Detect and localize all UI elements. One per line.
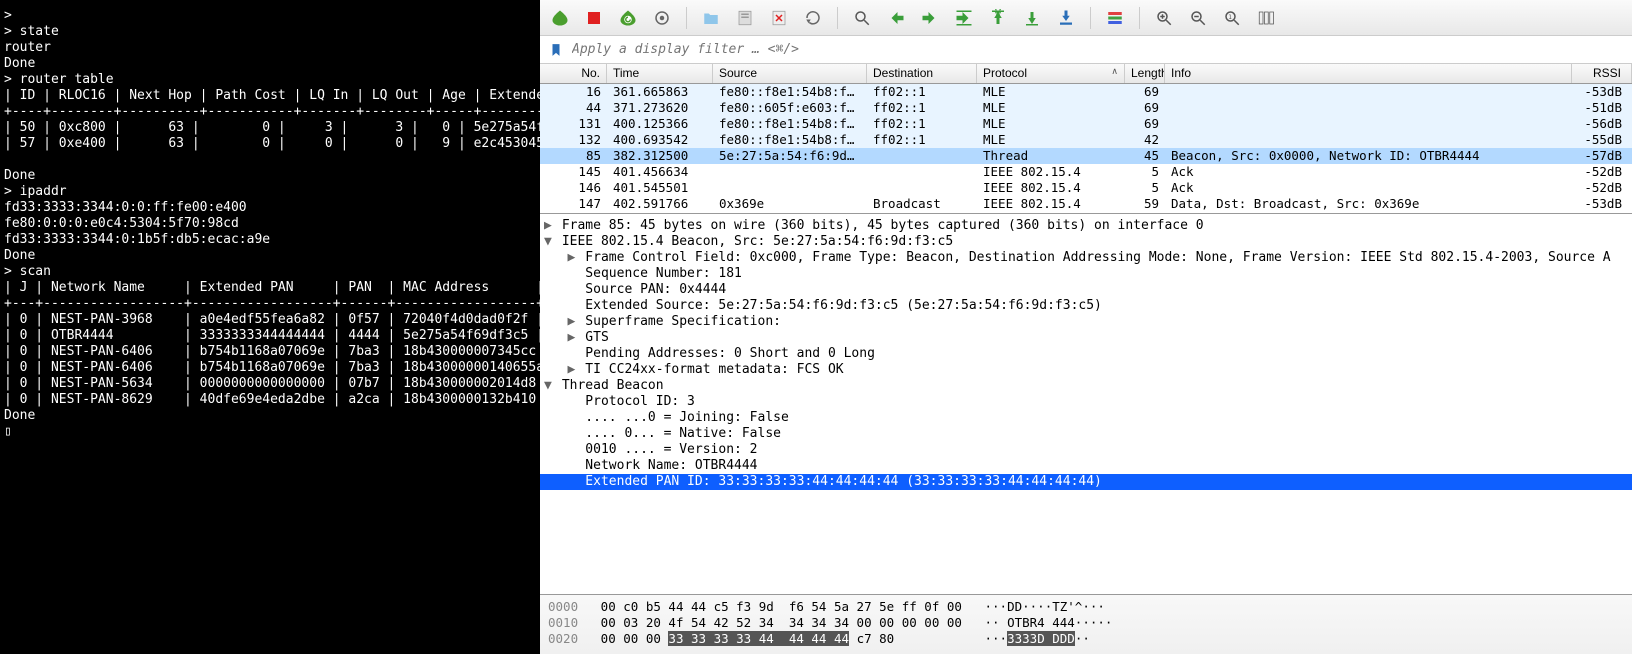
detail-line[interactable]: .... 0... = Native: False bbox=[540, 426, 1632, 442]
go-first-packet-button[interactable] bbox=[984, 4, 1012, 32]
toolbar-separator bbox=[837, 7, 838, 29]
column-header-destination[interactable]: Destination bbox=[867, 64, 977, 83]
display-filter-bar bbox=[540, 36, 1632, 64]
find-packet-button[interactable] bbox=[848, 4, 876, 32]
bookmark-icon[interactable] bbox=[546, 40, 566, 60]
detail-line[interactable]: ▶ Frame 85: 45 bytes on wire (360 bits),… bbox=[540, 218, 1632, 234]
detail-line[interactable]: Source PAN: 0x4444 bbox=[540, 282, 1632, 298]
zoom-out-button[interactable] bbox=[1184, 4, 1212, 32]
colorize-button[interactable] bbox=[1101, 4, 1129, 32]
packet-row[interactable]: 132400.693542fe80::f8e1:54b8:f…ff02::1ML… bbox=[540, 132, 1632, 148]
restart-capture-button[interactable] bbox=[614, 4, 642, 32]
start-capture-button[interactable] bbox=[546, 4, 574, 32]
column-header-time[interactable]: Time bbox=[607, 64, 713, 83]
go-back-button[interactable] bbox=[882, 4, 910, 32]
packet-details-pane[interactable]: ▶ Frame 85: 45 bytes on wire (360 bits),… bbox=[540, 214, 1632, 594]
zoom-reset-button[interactable]: 1 bbox=[1218, 4, 1246, 32]
detail-line[interactable]: ▼ Thread Beacon bbox=[540, 378, 1632, 394]
detail-line[interactable]: ▶ Superframe Specification: bbox=[540, 314, 1632, 330]
packet-list-pane[interactable]: No. Time Source Destination Protocol∧ Le… bbox=[540, 64, 1632, 214]
hex-row[interactable]: 0000 00 c0 b5 44 44 c5 f3 9d f6 54 5a 27… bbox=[548, 599, 1624, 615]
packet-row[interactable]: 146401.545501IEEE 802.15.45Ack-52dB bbox=[540, 180, 1632, 196]
detail-line[interactable]: ▶ Frame Control Field: 0xc000, Frame Typ… bbox=[540, 250, 1632, 266]
detail-line[interactable]: Extended PAN ID: 33:33:33:33:44:44:44:44… bbox=[540, 474, 1632, 490]
detail-line[interactable]: Protocol ID: 3 bbox=[540, 394, 1632, 410]
packet-row[interactable]: 44371.273620fe80::605f:e603:f…ff02::1MLE… bbox=[540, 100, 1632, 116]
column-header-rssi[interactable]: RSSI bbox=[1572, 64, 1632, 83]
wireshark-window: 1 No. Time Source Destination Protocol∧ … bbox=[540, 0, 1632, 654]
display-filter-input[interactable] bbox=[570, 40, 1626, 59]
reload-button[interactable] bbox=[799, 4, 827, 32]
column-header-protocol[interactable]: Protocol∧ bbox=[977, 64, 1125, 83]
packet-list-header[interactable]: No. Time Source Destination Protocol∧ Le… bbox=[540, 64, 1632, 84]
column-header-info[interactable]: Info bbox=[1165, 64, 1572, 83]
packet-bytes-pane[interactable]: 0000 00 c0 b5 44 44 c5 f3 9d f6 54 5a 27… bbox=[540, 594, 1632, 654]
toolbar-separator bbox=[1139, 7, 1140, 29]
packet-row[interactable]: 85382.3125005e:27:5a:54:f6:9d…Thread45Be… bbox=[540, 148, 1632, 164]
go-forward-button[interactable] bbox=[916, 4, 944, 32]
stop-capture-button[interactable] bbox=[580, 4, 608, 32]
detail-line[interactable]: .... ...0 = Joining: False bbox=[540, 410, 1632, 426]
go-last-packet-button[interactable] bbox=[1018, 4, 1046, 32]
hex-row[interactable]: 0020 00 00 00 33 33 33 33 44 44 44 44 c7… bbox=[548, 631, 1624, 647]
packet-row[interactable]: 16361.665863fe80::f8e1:54b8:f…ff02::1MLE… bbox=[540, 84, 1632, 100]
close-file-button[interactable] bbox=[765, 4, 793, 32]
column-header-no[interactable]: No. bbox=[540, 64, 607, 83]
packet-row[interactable]: 145401.456634IEEE 802.15.45Ack-52dB bbox=[540, 164, 1632, 180]
packet-row[interactable]: 147402.5917660x369eBroadcastIEEE 802.15.… bbox=[540, 196, 1632, 212]
resize-columns-button[interactable] bbox=[1252, 4, 1280, 32]
detail-line[interactable]: ▼ IEEE 802.15.4 Beacon, Src: 5e:27:5a:54… bbox=[540, 234, 1632, 250]
detail-line[interactable]: Pending Addresses: 0 Short and 0 Long bbox=[540, 346, 1632, 362]
zoom-in-button[interactable] bbox=[1150, 4, 1178, 32]
detail-line[interactable]: ▶ TI CC24xx-format metadata: FCS OK bbox=[540, 362, 1632, 378]
capture-options-button[interactable] bbox=[648, 4, 676, 32]
open-file-button[interactable] bbox=[697, 4, 725, 32]
detail-line[interactable]: Sequence Number: 181 bbox=[540, 266, 1632, 282]
detail-line[interactable]: Network Name: OTBR4444 bbox=[540, 458, 1632, 474]
detail-line[interactable]: Extended Source: 5e:27:5a:54:f6:9d:f3:c5… bbox=[540, 298, 1632, 314]
detail-line[interactable]: 0010 .... = Version: 2 bbox=[540, 442, 1632, 458]
terminal-pane[interactable]: > > state router Done > router table | I… bbox=[0, 0, 540, 654]
jump-to-packet-button[interactable] bbox=[950, 4, 978, 32]
toolbar: 1 bbox=[540, 0, 1632, 36]
auto-scroll-button[interactable] bbox=[1052, 4, 1080, 32]
svg-text:1: 1 bbox=[1228, 13, 1232, 20]
column-header-source[interactable]: Source bbox=[713, 64, 867, 83]
column-header-length[interactable]: Length bbox=[1125, 64, 1165, 83]
toolbar-separator bbox=[1090, 7, 1091, 29]
detail-line[interactable]: ▶ GTS bbox=[540, 330, 1632, 346]
hex-row[interactable]: 0010 00 03 20 4f 54 42 52 34 34 34 34 00… bbox=[548, 615, 1624, 631]
save-file-button[interactable] bbox=[731, 4, 759, 32]
packet-row[interactable]: 131400.125366fe80::f8e1:54b8:f…ff02::1ML… bbox=[540, 116, 1632, 132]
toolbar-separator bbox=[686, 7, 687, 29]
